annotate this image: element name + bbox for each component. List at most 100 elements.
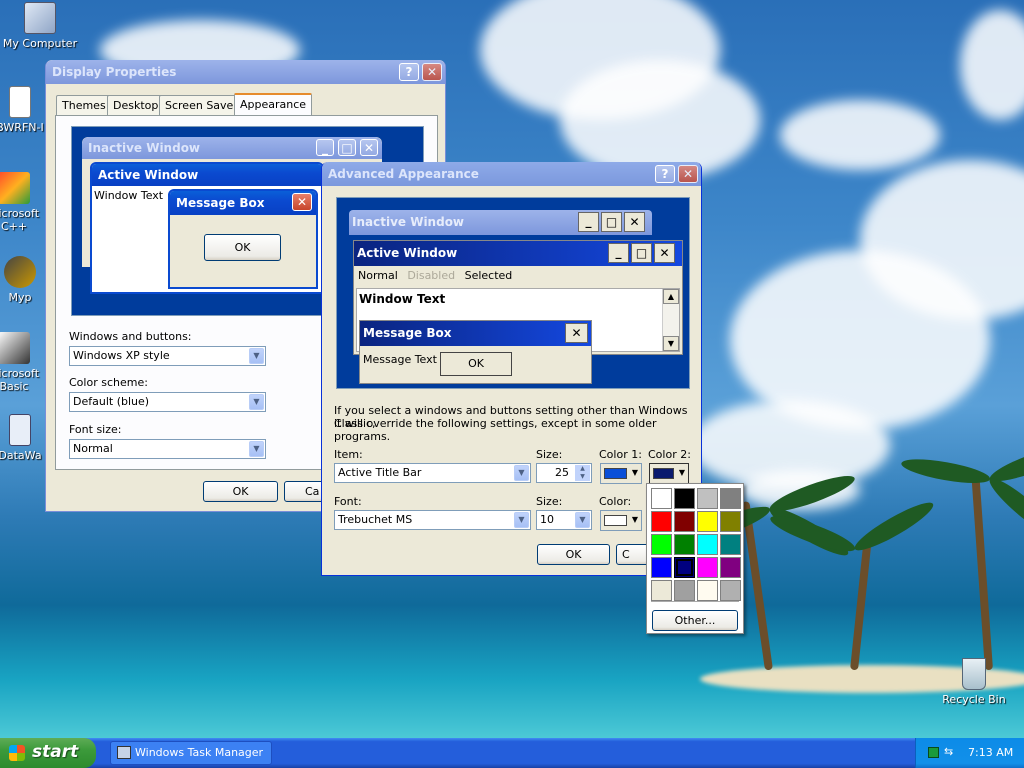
desktop-icon-my-computer[interactable]: My Computer <box>0 2 80 50</box>
tab-themes[interactable]: Themes <box>56 95 112 115</box>
palette-swatch[interactable] <box>651 534 672 555</box>
preview-inactive-title: Inactive Window <box>88 141 201 155</box>
preview-scrollbar: ▲ ▼ <box>662 289 679 351</box>
other-color-button[interactable]: Other... <box>652 610 738 631</box>
color1-picker-button[interactable]: ▼ <box>600 463 642 484</box>
scroll-up-icon: ▲ <box>663 289 679 304</box>
title-bar[interactable]: Display Properties ? ✕ <box>46 60 445 84</box>
chevron-down-icon: ▼ <box>631 468 638 477</box>
palette-swatch[interactable] <box>651 511 672 532</box>
preview-msgbox-text: Message Text <box>363 353 437 366</box>
palette-swatch[interactable] <box>720 580 741 601</box>
color2-swatch <box>653 468 674 479</box>
preview-msgbox-titlebar: Message Box ✕ <box>360 321 591 346</box>
palette-swatch[interactable] <box>651 580 672 601</box>
font-size-select[interactable]: Normal ▼ <box>69 439 266 459</box>
preview-menu-bar: Normal Disabled Selected <box>354 266 682 286</box>
tray-app-icon[interactable] <box>928 747 939 758</box>
ok-button[interactable]: OK <box>537 544 610 565</box>
item-size-label: Size: <box>536 448 563 461</box>
tab-screen-saver[interactable]: Screen Saver <box>159 95 244 115</box>
desktop-icon-datawa[interactable]: DataWa <box>0 414 46 462</box>
close-button[interactable]: ✕ <box>422 63 442 81</box>
tab-desktop[interactable]: Desktop <box>107 95 165 115</box>
palette-swatch[interactable] <box>674 511 695 532</box>
color-picker-popup[interactable]: Other... <box>646 483 744 634</box>
tab-label: Desktop <box>113 99 159 112</box>
maximize-icon: □ <box>601 212 622 232</box>
desktop-icon-msbasic[interactable]: Microsoft Basic <box>0 332 46 393</box>
palette-swatch[interactable] <box>674 580 695 601</box>
chevron-down-icon: ▼ <box>631 515 638 524</box>
palette-swatch[interactable] <box>697 511 718 532</box>
taskbar-item-task-manager[interactable]: Windows Task Manager <box>110 741 272 765</box>
spin-up-icon[interactable]: ▲ <box>575 465 590 473</box>
desktop-icon-bwrfn[interactable]: BWRFN-I <box>0 86 50 134</box>
close-button[interactable]: ✕ <box>678 165 698 183</box>
help-button[interactable]: ? <box>655 165 675 183</box>
close-icon: ✕ <box>360 139 378 156</box>
minimize-icon: _ <box>578 212 599 232</box>
font-size-select[interactable]: 10 ▼ <box>536 510 592 530</box>
preview-message-box: Message Box ✕ OK <box>168 189 318 289</box>
palette-swatch[interactable] <box>651 557 672 578</box>
font-color-label: Color: <box>599 495 632 508</box>
preview-menu-selected: Selected <box>464 269 513 282</box>
chevron-down-icon: ▼ <box>678 468 685 477</box>
font-color-picker-button[interactable]: ▼ <box>600 510 642 531</box>
palette-swatch[interactable] <box>674 557 695 578</box>
windows-buttons-select[interactable]: Windows XP style ▼ <box>69 346 266 366</box>
palette-swatch[interactable] <box>697 580 718 601</box>
recycle-bin-icon <box>962 658 986 690</box>
palette-swatch[interactable] <box>697 534 718 555</box>
chevron-down-icon[interactable]: ▼ <box>249 348 264 364</box>
item-select[interactable]: Active Title Bar ▼ <box>334 463 531 483</box>
advanced-appearance-window[interactable]: Advanced Appearance ? ✕ Inactive Window … <box>321 162 702 576</box>
color2-picker-button[interactable]: ▼ <box>649 463 689 484</box>
tab-label: Themes <box>62 99 106 112</box>
chevron-down-icon[interactable]: ▼ <box>249 441 264 457</box>
palette-swatch[interactable] <box>674 534 695 555</box>
palette-swatch[interactable] <box>674 488 695 509</box>
font-select[interactable]: Trebuchet MS ▼ <box>334 510 531 530</box>
clock[interactable]: 7:13 AM <box>968 746 1013 759</box>
network-icon[interactable]: ⇆ <box>944 745 956 759</box>
appearance-preview: Inactive Window _ □ ✕ Active Window _ □ … <box>336 197 690 389</box>
preview-msgbox-titlebar: Message Box ✕ <box>170 191 316 215</box>
preview-msgbox-title: Message Box <box>363 326 452 340</box>
palette-swatch[interactable] <box>720 488 741 509</box>
preview-menu-disabled: Disabled <box>407 269 456 282</box>
info-text-line-2: it will override the following settings,… <box>334 417 657 443</box>
help-button[interactable]: ? <box>399 63 419 81</box>
palette-swatch[interactable] <box>720 534 741 555</box>
preview-ok-button: OK <box>440 352 512 376</box>
palette-swatch[interactable] <box>651 488 672 509</box>
palette-swatch[interactable] <box>697 488 718 509</box>
tab-appearance[interactable]: Appearance <box>234 93 313 115</box>
chevron-down-icon[interactable]: ▼ <box>575 512 590 528</box>
item-size-stepper[interactable]: 25 ▲ ▼ <box>536 463 592 483</box>
palette-swatch[interactable] <box>720 557 741 578</box>
spin-down-icon[interactable]: ▼ <box>575 473 590 481</box>
start-button[interactable]: start <box>0 738 96 768</box>
select-value: Normal <box>73 442 113 455</box>
palette-swatch[interactable] <box>720 511 741 532</box>
chevron-down-icon[interactable]: ▼ <box>249 394 264 410</box>
desktop-icon-msvc[interactable]: Microsoft C++ <box>0 172 46 233</box>
desktop-icon-recycle-bin[interactable]: Recycle Bin <box>934 658 1014 706</box>
ok-button[interactable]: OK <box>203 481 278 502</box>
select-value: Trebuchet MS <box>338 513 413 526</box>
chevron-down-icon[interactable]: ▼ <box>514 465 529 481</box>
desktop-icon-myp[interactable]: Myp <box>0 256 46 304</box>
preview-active-title: Active Window <box>98 168 199 182</box>
preview-inactive-title: Inactive Window <box>352 215 465 229</box>
title-bar[interactable]: Advanced Appearance ? ✕ <box>322 162 701 186</box>
color-scheme-select[interactable]: Default (blue) ▼ <box>69 392 266 412</box>
palm-tree <box>971 470 993 671</box>
app-icon <box>4 256 36 288</box>
desktop-icon-label: DataWa <box>0 449 42 462</box>
select-value: Windows XP style <box>73 349 170 362</box>
taskbar: start Windows Task Manager ⇆ 7:13 AM <box>0 738 1024 768</box>
palette-swatch[interactable] <box>697 557 718 578</box>
chevron-down-icon[interactable]: ▼ <box>514 512 529 528</box>
